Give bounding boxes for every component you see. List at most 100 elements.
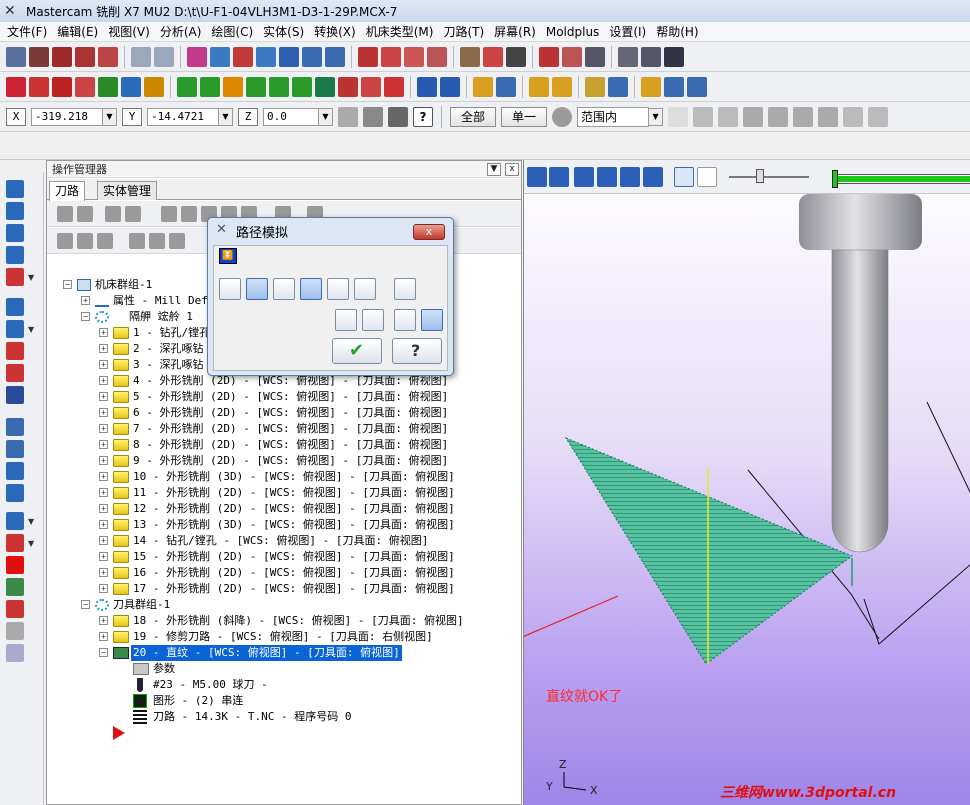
document-icon[interactable]	[641, 46, 661, 67]
area-select-icon[interactable]	[793, 106, 814, 127]
create-chamfer-icon[interactable]	[292, 76, 312, 97]
trim-icon[interactable]	[361, 76, 381, 97]
expand-icon[interactable]: +	[99, 616, 108, 625]
expand-icon[interactable]: +	[99, 520, 108, 529]
shade2-icon[interactable]	[562, 46, 582, 67]
menu-machine-type[interactable]: 机床类型(M)	[361, 23, 439, 40]
graphics-viewport[interactable]: 直纹就OK了 Z Y X 三维网www.3dportal.cn	[523, 160, 970, 805]
menu-screen[interactable]: 屏幕(R)	[489, 23, 541, 40]
expand-icon[interactable]: +	[99, 456, 108, 465]
expand-icon[interactable]: +	[99, 376, 108, 385]
view-icon[interactable]	[302, 46, 322, 67]
shaded-tool-icon[interactable]	[354, 278, 376, 300]
no-select-icon[interactable]	[843, 106, 864, 127]
speed-slider[interactable]	[729, 176, 809, 178]
select-invalid-icon[interactable]	[77, 206, 93, 222]
undo-icon[interactable]	[131, 46, 151, 67]
expand-icon[interactable]: +	[99, 328, 108, 337]
redo-icon[interactable]	[154, 46, 174, 67]
collapse-toggle-icon[interactable]: ⏬	[219, 248, 237, 264]
box-icon[interactable]	[6, 386, 24, 404]
select-all-button[interactable]: 全部	[450, 106, 497, 127]
stop-icon[interactable]	[549, 167, 569, 187]
create-fillet-icon[interactable]	[269, 76, 289, 97]
create-surface-icon[interactable]	[338, 76, 358, 97]
expand-icon[interactable]: +	[99, 408, 108, 417]
pick-icon[interactable]	[668, 106, 689, 127]
expand-icon[interactable]: +	[99, 424, 108, 433]
select-single-button[interactable]: 单一	[501, 106, 548, 127]
analyze-icon[interactable]	[210, 46, 230, 67]
select-icon[interactable]	[187, 46, 207, 67]
menu-settings[interactable]: 设置(I)	[604, 23, 651, 40]
backplot-icon[interactable]	[161, 206, 177, 222]
toolpath-display-icon[interactable]	[77, 233, 93, 249]
expand-icon[interactable]: +	[99, 504, 108, 513]
viewport-dual-icon[interactable]	[75, 46, 95, 67]
translate-icon[interactable]	[417, 76, 437, 97]
cube-outline-icon[interactable]	[6, 644, 24, 662]
camera-icon[interactable]	[394, 309, 416, 331]
shade-icon[interactable]	[539, 46, 559, 67]
grid-icon[interactable]	[256, 46, 276, 67]
display-icon[interactable]	[585, 46, 605, 67]
curve-icon[interactable]	[121, 76, 141, 97]
expand-icon[interactable]: +	[99, 344, 108, 353]
show-holder-icon[interactable]	[273, 278, 295, 300]
collapse-icon[interactable]: −	[99, 648, 108, 657]
mirror-icon[interactable]	[687, 76, 707, 97]
expand-icon[interactable]: +	[99, 584, 108, 593]
show-tool-icon[interactable]	[246, 278, 268, 300]
menu-view[interactable]: 视图(V)	[103, 23, 155, 40]
chevron-down-icon[interactable]: ▼	[649, 107, 664, 126]
print-icon[interactable]	[618, 46, 638, 67]
x-coordinate-field[interactable]: -319.218	[31, 107, 103, 126]
viewport-single-icon[interactable]	[52, 46, 72, 67]
rotate-icon[interactable]	[440, 76, 460, 97]
wire-cube-icon[interactable]	[6, 622, 24, 640]
viewport-split-icon[interactable]	[29, 46, 49, 67]
lock-icon[interactable]	[57, 233, 73, 249]
y-axis-label[interactable]: Y	[122, 107, 142, 126]
play-icon[interactable]	[527, 167, 547, 187]
chevron-down-icon[interactable]: ▼	[219, 107, 233, 126]
point-icon[interactable]	[6, 76, 26, 97]
help-button[interactable]: ?	[392, 338, 442, 364]
menu-toolpaths[interactable]: 刀路(T)	[438, 23, 489, 40]
z-axis-label[interactable]: Z	[238, 107, 258, 126]
marker-icon[interactable]	[585, 76, 605, 97]
gear-icon[interactable]	[552, 106, 573, 127]
solid-icon[interactable]	[460, 46, 480, 67]
rewind-icon[interactable]	[574, 167, 594, 187]
solid-red-icon[interactable]: ▼	[6, 534, 34, 552]
pen-icon[interactable]	[697, 167, 717, 187]
step-path-icon[interactable]	[335, 309, 357, 331]
viewport-quad-icon[interactable]	[98, 46, 118, 67]
expand-icon[interactable]: +	[99, 440, 108, 449]
y-coordinate-field[interactable]: -14.4721	[147, 107, 219, 126]
cursor-icon[interactable]	[693, 106, 714, 127]
move-up-icon[interactable]	[149, 233, 165, 249]
selection-range-select[interactable]: 范围内	[577, 106, 650, 127]
create-arc-icon[interactable]	[223, 76, 243, 97]
regen-dirty-icon[interactable]	[125, 206, 141, 222]
cut-icon[interactable]	[6, 364, 24, 382]
speed-slider-thumb[interactable]	[756, 169, 764, 183]
expand-icon[interactable]: +	[99, 360, 108, 369]
menu-moldplus[interactable]: Moldplus	[541, 25, 604, 39]
run-path-icon[interactable]	[362, 309, 384, 331]
measure-icon[interactable]	[427, 46, 447, 67]
solid-view-icon[interactable]	[6, 298, 24, 316]
expand-icon[interactable]: +	[99, 392, 108, 401]
dialog-close-button[interactable]: x	[413, 224, 445, 240]
down-arrow-icon[interactable]	[6, 246, 24, 264]
shape-icon[interactable]	[6, 600, 24, 618]
calc-icon[interactable]	[6, 484, 24, 502]
menu-solids[interactable]: 实体(S)	[258, 23, 309, 40]
assembly-icon[interactable]	[6, 440, 24, 458]
show-endpoints-icon[interactable]	[327, 278, 349, 300]
vector-select-icon[interactable]	[768, 106, 789, 127]
part-icon[interactable]	[6, 418, 24, 436]
fillet-icon[interactable]	[75, 76, 95, 97]
cube-view-icon[interactable]: ▼	[6, 268, 34, 286]
